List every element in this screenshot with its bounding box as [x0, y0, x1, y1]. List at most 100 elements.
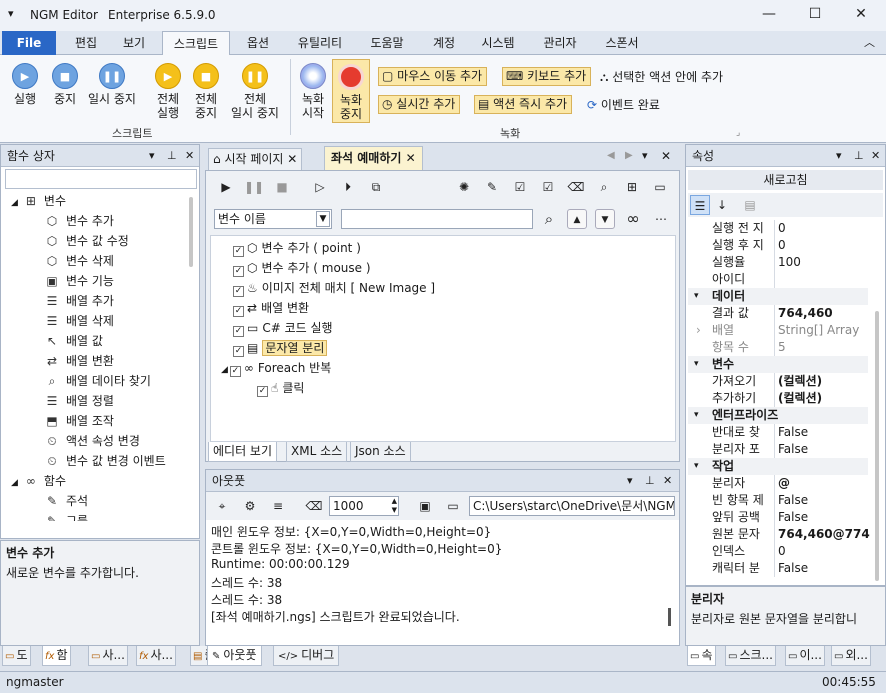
check-all-icon[interactable]: ☑	[510, 177, 530, 197]
function-item[interactable]: ▣ 변수 기능	[45, 271, 114, 291]
line-limit-stepper[interactable]: 1000 ▲ ▼	[329, 496, 399, 516]
action-checkbox[interactable]: ✓	[233, 286, 244, 297]
property-category[interactable]: ▾ 변수	[688, 356, 868, 373]
add-keyboard-button[interactable]: ⌨ 키보드 추가	[502, 67, 592, 86]
wrap-icon[interactable]: ≡	[268, 496, 288, 516]
pause-button[interactable]: ❚❚ 일시 중지	[84, 63, 140, 106]
target-icon[interactable]: ⌖	[212, 496, 232, 516]
panel-menu-icon[interactable]: ▾	[836, 145, 842, 167]
panel-close-icon[interactable]: ✕	[663, 470, 672, 492]
categorized-icon[interactable]: ☰	[690, 195, 710, 215]
properties-tab[interactable]: ▭ 스크...	[725, 646, 776, 666]
editor-view-tab[interactable]: 에디터 보기	[208, 442, 278, 462]
action-checkbox[interactable]: ✓	[229, 366, 241, 377]
function-item[interactable]: ⏲ 액션 속성 변경	[45, 431, 140, 451]
run-selected-icon[interactable]: ⧉	[366, 177, 386, 197]
record-start-button[interactable]: 녹화 시작	[296, 63, 330, 120]
scrollbar-thumb[interactable]	[668, 608, 671, 626]
play-icon[interactable]: ▶	[216, 177, 236, 197]
tab-system[interactable]: 시스템	[472, 31, 524, 55]
property-category[interactable]: ▾ 엔터프라이즈	[688, 407, 868, 424]
doc-close-icon[interactable]: ✕	[661, 149, 671, 163]
tab-admin[interactable]: 관리자	[534, 31, 586, 55]
group-launcher-icon[interactable]: ⌟	[736, 128, 740, 138]
tab-menu-icon[interactable]: ▾	[642, 149, 648, 162]
property-value[interactable]	[774, 271, 870, 288]
action-row[interactable]: ✓ ⬡ 변수 추가 ( mouse )	[233, 258, 371, 278]
delete-icon[interactable]: ⌫	[566, 177, 586, 197]
action-checkbox[interactable]: ✓	[233, 346, 244, 357]
action-row[interactable]: ✓ ▤ 문자열 분리	[233, 338, 328, 358]
search-field-select[interactable]: 변수 이름 ▼	[214, 209, 332, 229]
save-icon[interactable]: ▣	[415, 496, 435, 516]
function-item[interactable]: ✎ 주석	[45, 491, 88, 511]
action-row[interactable]: ✓ ♨ 이미지 전체 매치 [ New Image ]	[233, 278, 435, 298]
property-row[interactable]: 분리자 포 False	[688, 441, 868, 458]
function-item[interactable]: ✎ 그룹	[45, 511, 88, 521]
editor-view-tab[interactable]: Json 소스	[350, 442, 411, 462]
add-in-selected-action-button[interactable]: ⛬ 선택한 액션 안에 추가	[600, 68, 723, 85]
property-row[interactable]: 캐릭터 분 False	[688, 560, 868, 577]
property-value[interactable]: 0	[774, 543, 870, 560]
action-row[interactable]: ✓ ☝ 클릭	[257, 378, 304, 398]
properties-tab[interactable]: ▭ 이...	[785, 646, 825, 666]
panel-menu-icon[interactable]: ▾	[149, 145, 155, 167]
tree-category[interactable]: ◢ ⊞ 변수	[11, 191, 66, 211]
property-value[interactable]: 0	[774, 237, 870, 254]
panel-close-icon[interactable]: ✕	[185, 145, 194, 167]
tab-edit[interactable]: 편집	[66, 31, 106, 55]
panel-close-icon[interactable]: ✕	[871, 145, 880, 167]
action-checkbox[interactable]: ✓	[233, 326, 244, 337]
window-icon[interactable]: ▭	[650, 177, 670, 197]
property-row[interactable]: › 배열 String[] Array	[688, 322, 868, 339]
property-row[interactable]: 아이디	[688, 271, 868, 288]
loop-icon[interactable]: ∞	[623, 209, 643, 229]
function-item[interactable]: ☰ 배열 추가	[45, 291, 114, 311]
more-icon[interactable]: ⋯	[651, 209, 671, 229]
collapse-icon[interactable]: ▾	[694, 356, 699, 373]
collapse-icon[interactable]: ▾	[694, 288, 699, 305]
property-row[interactable]: 항목 수 5	[688, 339, 868, 356]
output-path-field[interactable]: C:\Users\starc\OneDrive\문서\NGM6	[469, 496, 675, 516]
property-value[interactable]: String[] Array	[774, 322, 870, 339]
property-row[interactable]: 추가하기 (컬렉션)	[688, 390, 868, 407]
action-row[interactable]: ✓ ⇄ 배열 변환	[233, 298, 309, 318]
run-all-button[interactable]: ▶ 전체 실행	[150, 63, 186, 120]
tab-start-page[interactable]: ⌂ 시작 페이지 ✕	[208, 148, 303, 170]
file-settings-icon[interactable]: ⚙	[240, 496, 260, 516]
function-item[interactable]: ⇄ 배열 변환	[45, 351, 114, 371]
find-icon[interactable]: ⌕	[594, 177, 614, 197]
collapse-icon[interactable]: ▾	[694, 458, 699, 475]
tree-icon[interactable]: ⊞	[622, 177, 642, 197]
property-value[interactable]: 764,460@774,4	[774, 526, 870, 543]
property-row[interactable]: 실행 후 지 0	[688, 237, 868, 254]
move-up-icon[interactable]: ▲	[567, 209, 587, 229]
run-button[interactable]: ▶ 실행	[6, 63, 44, 106]
move-down-icon[interactable]: ▼	[595, 209, 615, 229]
action-row[interactable]: ✓ ▭ C# 코드 실행	[233, 318, 333, 338]
function-item[interactable]: ⬡ 변수 삭제	[45, 251, 114, 271]
function-item[interactable]: ⌕ 배열 데이타 찾기	[45, 371, 151, 391]
expand-icon[interactable]: ›	[696, 322, 701, 339]
tab-close-icon[interactable]: ✕	[283, 152, 297, 166]
action-checkbox[interactable]: ✓	[233, 246, 244, 257]
pin-icon[interactable]: ⊥	[645, 470, 655, 492]
property-row[interactable]: 결과 값 764,460	[688, 305, 868, 322]
property-category[interactable]: ▾ 작업	[688, 458, 868, 475]
collapse-icon[interactable]: ▾	[694, 407, 699, 424]
property-value[interactable]: 764,460	[774, 305, 870, 322]
properties-tab[interactable]: ▭ 외...	[831, 646, 871, 666]
property-value[interactable]: False	[774, 424, 870, 441]
collapse-icon[interactable]: ◢	[11, 198, 18, 208]
property-value[interactable]: False	[774, 560, 870, 577]
property-row[interactable]: 반대로 찾 False	[688, 424, 868, 441]
clear-icon[interactable]: ⌫	[304, 496, 324, 516]
run-from-icon[interactable]: ⏵	[338, 177, 358, 197]
side-panel-tab[interactable]: ▭ 도	[2, 646, 31, 666]
pause-icon[interactable]: ❚❚	[244, 177, 264, 197]
property-value[interactable]: 100	[774, 254, 870, 271]
lightbulb-icon[interactable]: ✺	[454, 177, 474, 197]
side-panel-tab[interactable]: fx 사...	[136, 646, 176, 666]
record-stop-button[interactable]: 녹화 중지	[332, 59, 370, 123]
app-menu-icon[interactable]: ▾	[8, 7, 14, 20]
